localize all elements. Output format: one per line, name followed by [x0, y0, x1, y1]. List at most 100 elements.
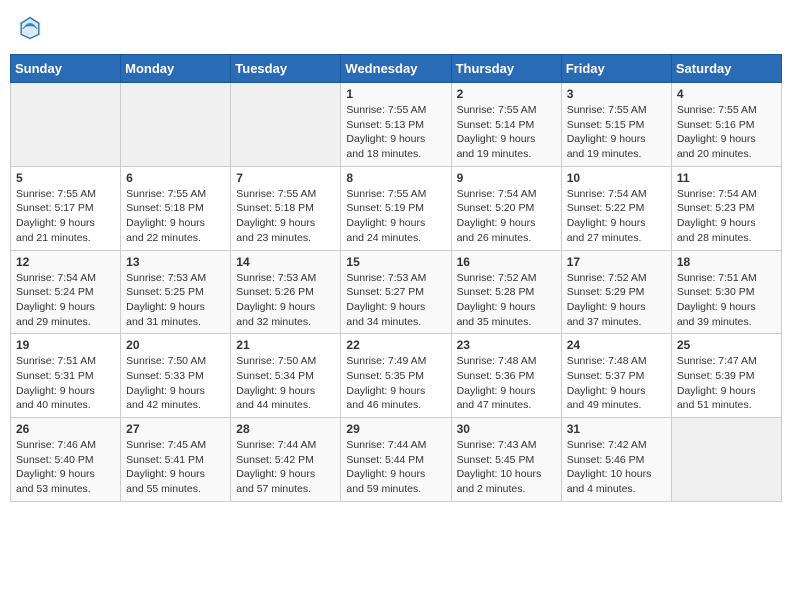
day-number: 13 — [126, 255, 225, 269]
week-row-3: 12 Sunrise: 7:54 AMSunset: 5:24 PMDayligh… — [11, 250, 782, 334]
calendar-cell: 18Sunrise: 7:51 AMSunset: 5:30 PMDayligh… — [671, 250, 781, 334]
day-content: Sunrise: 7:42 AMSunset: 5:46 PMDaylight:… — [567, 438, 666, 497]
calendar-cell: 11 Sunrise: 7:54 AMSunset: 5:23 PMDayligh… — [671, 166, 781, 250]
day-number: 27 — [126, 422, 225, 436]
day-content: Sunrise: 7:51 AMSunset: 5:30 PMDaylight:… — [677, 271, 776, 330]
day-content: Sunrise: 7:53 AMSunset: 5:26 PMDaylight:… — [236, 271, 335, 330]
calendar-cell: 26 Sunrise: 7:46 AMSunset: 5:40 PMDayligh… — [11, 418, 121, 502]
calendar-cell: 23 Sunrise: 7:48 AMSunset: 5:36 PMDayligh… — [451, 334, 561, 418]
day-number: 1 — [346, 87, 445, 101]
day-content: Sunrise: 7:50 AMSunset: 5:33 PMDaylight:… — [126, 354, 225, 413]
weekday-header-tuesday: Tuesday — [231, 55, 341, 83]
day-content: Sunrise: 7:54 AMSunset: 5:23 PMDaylight:… — [677, 187, 776, 246]
calendar-cell: 12 Sunrise: 7:54 AMSunset: 5:24 PMDayligh… — [11, 250, 121, 334]
day-content: Sunrise: 7:47 AMSunset: 5:39 PMDaylight:… — [677, 354, 776, 413]
day-content: Sunrise: 7:51 AMSunset: 5:31 PMDaylight:… — [16, 354, 115, 413]
day-content: Sunrise: 7:55 AMSunset: 5:17 PMDaylight:… — [16, 187, 115, 246]
day-number: 26 — [16, 422, 115, 436]
day-number: 14 — [236, 255, 335, 269]
weekday-header-friday: Friday — [561, 55, 671, 83]
week-row-1: 1 Sunrise: 7:55 AMSunset: 5:13 PMDaylight… — [11, 83, 782, 167]
calendar-cell: 17 Sunrise: 7:52 AMSunset: 5:29 PMDayligh… — [561, 250, 671, 334]
day-number: 23 — [457, 338, 556, 352]
day-content: Sunrise: 7:44 AMSunset: 5:44 PMDaylight:… — [346, 438, 445, 497]
day-number: 30 — [457, 422, 556, 436]
week-row-5: 26 Sunrise: 7:46 AMSunset: 5:40 PMDayligh… — [11, 418, 782, 502]
day-number: 24 — [567, 338, 666, 352]
day-content: Sunrise: 7:55 AMSunset: 5:15 PMDaylight:… — [567, 103, 666, 162]
week-row-4: 19Sunrise: 7:51 AMSunset: 5:31 PMDayligh… — [11, 334, 782, 418]
day-content: Sunrise: 7:46 AMSunset: 5:40 PMDaylight:… — [16, 438, 115, 497]
day-content: Sunrise: 7:52 AMSunset: 5:29 PMDaylight:… — [567, 271, 666, 330]
day-content: Sunrise: 7:55 AMSunset: 5:16 PMDaylight:… — [677, 103, 776, 162]
calendar-cell: 5 Sunrise: 7:55 AMSunset: 5:17 PMDaylight… — [11, 166, 121, 250]
calendar-cell: 15 Sunrise: 7:53 AMSunset: 5:27 PMDayligh… — [341, 250, 451, 334]
day-number: 15 — [346, 255, 445, 269]
day-number: 12 — [16, 255, 115, 269]
day-number: 8 — [346, 171, 445, 185]
calendar-cell — [121, 83, 231, 167]
calendar-cell — [11, 83, 121, 167]
day-number: 17 — [567, 255, 666, 269]
weekday-header-thursday: Thursday — [451, 55, 561, 83]
day-number: 21 — [236, 338, 335, 352]
day-content: Sunrise: 7:43 AMSunset: 5:45 PMDaylight:… — [457, 438, 556, 497]
calendar-cell — [671, 418, 781, 502]
day-content: Sunrise: 7:54 AMSunset: 5:24 PMDaylight:… — [16, 271, 115, 330]
day-number: 2 — [457, 87, 556, 101]
logo — [18, 14, 46, 42]
logo-icon — [18, 14, 42, 42]
day-content: Sunrise: 7:48 AMSunset: 5:36 PMDaylight:… — [457, 354, 556, 413]
calendar-cell: 20 Sunrise: 7:50 AMSunset: 5:33 PMDayligh… — [121, 334, 231, 418]
day-number: 9 — [457, 171, 556, 185]
calendar-cell: 2 Sunrise: 7:55 AMSunset: 5:14 PMDaylight… — [451, 83, 561, 167]
day-content: Sunrise: 7:55 AMSunset: 5:14 PMDaylight:… — [457, 103, 556, 162]
day-number: 16 — [457, 255, 556, 269]
calendar-cell: 9 Sunrise: 7:54 AMSunset: 5:20 PMDaylight… — [451, 166, 561, 250]
day-content: Sunrise: 7:55 AMSunset: 5:18 PMDaylight:… — [236, 187, 335, 246]
calendar-cell: 28Sunrise: 7:44 AMSunset: 5:42 PMDayligh… — [231, 418, 341, 502]
weekday-header-wednesday: Wednesday — [341, 55, 451, 83]
day-content: Sunrise: 7:45 AMSunset: 5:41 PMDaylight:… — [126, 438, 225, 497]
weekday-header-sunday: Sunday — [11, 55, 121, 83]
day-content: Sunrise: 7:53 AMSunset: 5:27 PMDaylight:… — [346, 271, 445, 330]
calendar-cell: 21 Sunrise: 7:50 AMSunset: 5:34 PMDayligh… — [231, 334, 341, 418]
day-number: 29 — [346, 422, 445, 436]
calendar-cell: 19Sunrise: 7:51 AMSunset: 5:31 PMDayligh… — [11, 334, 121, 418]
day-number: 4 — [677, 87, 776, 101]
calendar-cell: 24Sunrise: 7:48 AMSunset: 5:37 PMDayligh… — [561, 334, 671, 418]
day-number: 28 — [236, 422, 335, 436]
calendar-cell: 3 Sunrise: 7:55 AMSunset: 5:15 PMDaylight… — [561, 83, 671, 167]
day-content: Sunrise: 7:55 AMSunset: 5:13 PMDaylight:… — [346, 103, 445, 162]
day-number: 25 — [677, 338, 776, 352]
day-number: 22 — [346, 338, 445, 352]
day-number: 20 — [126, 338, 225, 352]
day-content: Sunrise: 7:50 AMSunset: 5:34 PMDaylight:… — [236, 354, 335, 413]
week-row-2: 5 Sunrise: 7:55 AMSunset: 5:17 PMDaylight… — [11, 166, 782, 250]
day-content: Sunrise: 7:53 AMSunset: 5:25 PMDaylight:… — [126, 271, 225, 330]
calendar-cell: 13 Sunrise: 7:53 AMSunset: 5:25 PMDayligh… — [121, 250, 231, 334]
day-content: Sunrise: 7:54 AMSunset: 5:20 PMDaylight:… — [457, 187, 556, 246]
calendar-cell: 10Sunrise: 7:54 AMSunset: 5:22 PMDayligh… — [561, 166, 671, 250]
day-content: Sunrise: 7:55 AMSunset: 5:18 PMDaylight:… — [126, 187, 225, 246]
day-content: Sunrise: 7:49 AMSunset: 5:35 PMDaylight:… — [346, 354, 445, 413]
day-number: 11 — [677, 171, 776, 185]
day-number: 31 — [567, 422, 666, 436]
calendar-cell: 16 Sunrise: 7:52 AMSunset: 5:28 PMDayligh… — [451, 250, 561, 334]
calendar-cell: 1 Sunrise: 7:55 AMSunset: 5:13 PMDaylight… — [341, 83, 451, 167]
day-content: Sunrise: 7:55 AMSunset: 5:19 PMDaylight:… — [346, 187, 445, 246]
day-number: 6 — [126, 171, 225, 185]
calendar-cell: 6 Sunrise: 7:55 AMSunset: 5:18 PMDaylight… — [121, 166, 231, 250]
calendar-cell: 7Sunrise: 7:55 AMSunset: 5:18 PMDaylight… — [231, 166, 341, 250]
calendar-cell: 14 Sunrise: 7:53 AMSunset: 5:26 PMDayligh… — [231, 250, 341, 334]
day-number: 10 — [567, 171, 666, 185]
day-content: Sunrise: 7:52 AMSunset: 5:28 PMDaylight:… — [457, 271, 556, 330]
calendar-table: SundayMondayTuesdayWednesdayThursdayFrid… — [10, 54, 782, 502]
calendar-cell: 30 Sunrise: 7:43 AMSunset: 5:45 PMDayligh… — [451, 418, 561, 502]
calendar-cell: 27 Sunrise: 7:45 AMSunset: 5:41 PMDayligh… — [121, 418, 231, 502]
calendar-cell: 22 Sunrise: 7:49 AMSunset: 5:35 PMDayligh… — [341, 334, 451, 418]
weekday-header-row: SundayMondayTuesdayWednesdayThursdayFrid… — [11, 55, 782, 83]
day-number: 3 — [567, 87, 666, 101]
day-number: 5 — [16, 171, 115, 185]
calendar-cell: 29 Sunrise: 7:44 AMSunset: 5:44 PMDayligh… — [341, 418, 451, 502]
